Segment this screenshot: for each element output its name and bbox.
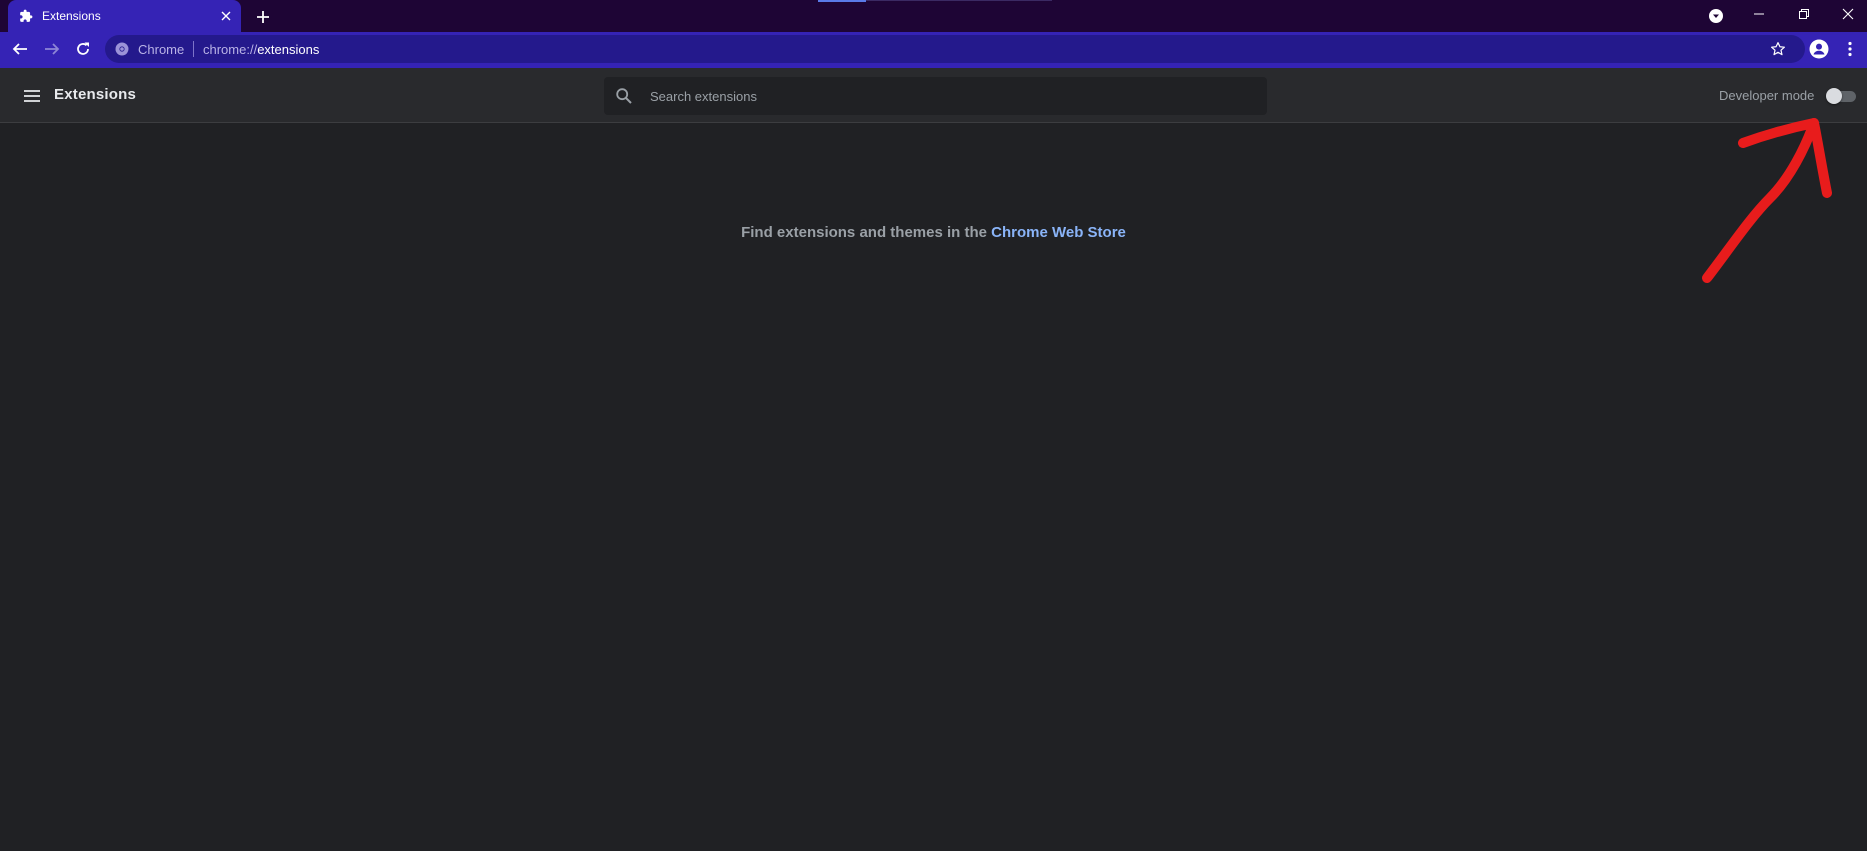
arrow-left-icon: [12, 43, 27, 55]
forward-button[interactable]: [39, 36, 65, 62]
search-input[interactable]: [648, 77, 1248, 115]
restore-button[interactable]: [1782, 0, 1826, 28]
reload-button[interactable]: [70, 36, 96, 62]
puzzle-icon: [20, 9, 33, 22]
browser-menu-button[interactable]: [1837, 36, 1863, 62]
tab-title: Extensions: [42, 9, 101, 23]
kebab-menu-icon: [1848, 41, 1852, 57]
window-close-button[interactable]: [1826, 0, 1867, 28]
chrome-web-store-link[interactable]: Chrome Web Store: [991, 224, 1126, 241]
plus-icon: [257, 11, 269, 23]
bookmark-star-icon[interactable]: [1769, 40, 1787, 58]
extensions-header: Extensions Developer mode: [0, 68, 1867, 123]
profile-dropdown-icon: [1709, 9, 1723, 23]
reload-icon: [77, 42, 89, 55]
page-title: Extensions: [54, 86, 137, 103]
url-scheme: chrome://: [203, 42, 258, 57]
site-chip-label: Chrome: [138, 42, 185, 57]
url-host: extensions: [257, 42, 320, 57]
strip-accent-line: [866, 0, 1052, 1]
toggle-knob: [1826, 88, 1842, 104]
restore-icon: [1799, 9, 1809, 19]
browser-toolbar: Chrome chrome://extensions: [0, 32, 1867, 66]
hamburger-menu-icon: [24, 90, 40, 102]
tab-close-icon[interactable]: [216, 6, 236, 26]
empty-state-message: Find extensions and themes in the Chrome…: [0, 224, 1867, 241]
tab-extensions[interactable]: Extensions: [8, 0, 241, 32]
avatar-icon: [1809, 39, 1829, 59]
profile-dropdown-button[interactable]: [1694, 2, 1738, 30]
address-bar[interactable]: Chrome chrome://extensions: [105, 35, 1805, 63]
close-icon: [1842, 8, 1854, 20]
developer-mode-label: Developer mode: [1719, 88, 1815, 103]
arrow-right-icon: [45, 43, 60, 55]
back-button[interactable]: [7, 36, 33, 62]
developer-mode-toggle[interactable]: [1826, 88, 1858, 104]
tab-strip: Extensions: [0, 0, 1867, 32]
main-menu-button[interactable]: [18, 83, 46, 109]
minimize-button[interactable]: [1737, 0, 1781, 28]
profile-button[interactable]: [1806, 36, 1832, 62]
chrome-icon: [115, 42, 129, 56]
url-text[interactable]: chrome://extensions: [203, 42, 319, 57]
empty-state-text: Find extensions and themes in the: [741, 224, 992, 241]
red-arrow-annotation: [1702, 118, 1832, 283]
strip-accent-bar: [818, 0, 866, 2]
search-extensions-box[interactable]: [604, 77, 1267, 115]
minimize-icon: [1754, 13, 1764, 15]
new-tab-button[interactable]: [252, 6, 274, 28]
omnibox-separator: [193, 41, 194, 57]
search-icon: [616, 88, 632, 104]
